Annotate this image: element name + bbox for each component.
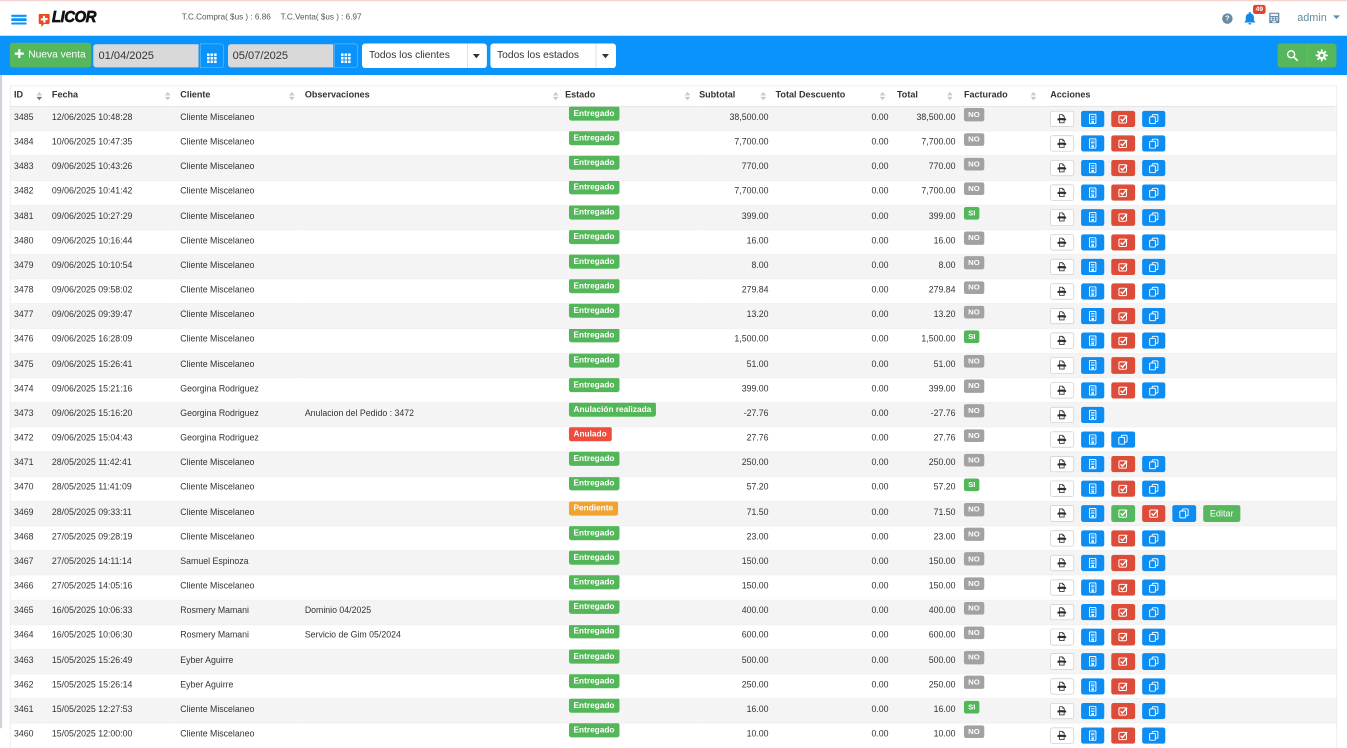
svg-text:LICOR: LICOR [52, 9, 97, 27]
